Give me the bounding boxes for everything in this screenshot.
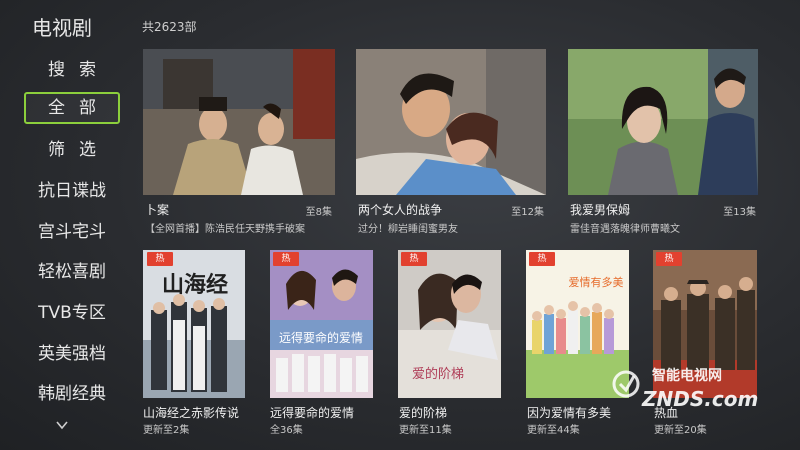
poster-logo-text: 爱情有多美: [569, 275, 624, 289]
card-subtitle: 雷佳音遇落魄律师曹曦文: [570, 224, 680, 235]
card-title: 两个女人的战争: [358, 203, 443, 217]
card-subtitle: 过分！柳岩睡闺蜜男友: [358, 224, 458, 235]
poster-logo-text: 爱的阶梯: [412, 366, 464, 382]
hot-badge: 热: [401, 252, 427, 266]
poster-image: [568, 49, 758, 195]
card-title: 卜案: [145, 203, 170, 217]
card-status: 更新至20集: [654, 425, 707, 436]
sidebar-item-all[interactable]: 全部: [24, 92, 120, 124]
card-status: 全36集: [270, 425, 303, 436]
sidebar-item-palace[interactable]: 宫斗宅斗: [24, 216, 120, 248]
card-status: 更新至44集: [527, 425, 580, 436]
card-title: 远得要命的爱情: [270, 406, 355, 420]
hot-badge: 热: [656, 252, 682, 266]
card-episodes: 至8集: [305, 207, 332, 218]
sidebar: 搜索 全部 筛选 抗日谍战 宫斗宅斗 轻松喜剧 TVB专区 英美强档 韩剧经典: [0, 0, 130, 450]
sidebar-item-search[interactable]: 搜索: [24, 54, 120, 86]
hot-badge: 热: [273, 252, 299, 266]
sidebar-item-comedy[interactable]: 轻松喜剧: [24, 256, 120, 288]
hot-badge: 热: [529, 252, 555, 266]
card-title: 我爱男保姆: [570, 203, 631, 217]
card-title: 爱的阶梯: [399, 406, 448, 420]
card-status: 更新至11集: [399, 425, 452, 436]
sidebar-item-filter[interactable]: 筛选: [24, 134, 120, 166]
sidebar-item-korean[interactable]: 韩剧经典: [24, 378, 120, 410]
poster-image: [356, 49, 546, 195]
card-status: 更新至2集: [143, 425, 190, 436]
poster-image: 山海经: [143, 250, 245, 398]
sidebar-item-tvb[interactable]: TVB专区: [24, 297, 120, 329]
total-count: 共2623部: [142, 20, 197, 34]
watermark-top-text: 智能电视网: [651, 367, 722, 384]
card-title: 山海经之赤影传说: [143, 406, 240, 420]
znds-watermark-logo: 智能电视网 ZNDS.com: [612, 367, 758, 411]
poster-logo-text: 远得要命的爱情: [279, 330, 363, 345]
chevron-down-icon[interactable]: [55, 418, 69, 432]
card-title: 因为爱情有多美: [527, 406, 612, 420]
watermark-bottom-text: ZNDS.com: [641, 387, 758, 411]
poster-image: 远得要命的爱情: [270, 250, 373, 398]
poster-card[interactable]: [568, 49, 758, 195]
poster-image: 爱的阶梯: [398, 250, 501, 398]
card-subtitle: 【全网首播】陈浩民任天野携手破案: [145, 224, 305, 235]
poster-card[interactable]: 山海经: [143, 250, 245, 398]
poster-card[interactable]: 爱的阶梯: [398, 250, 501, 398]
poster-logo-text: 山海经: [162, 272, 228, 298]
sidebar-item-western[interactable]: 英美强档: [24, 338, 120, 370]
sidebar-item-war[interactable]: 抗日谍战: [24, 175, 120, 207]
poster-card[interactable]: 远得要命的爱情: [270, 250, 373, 398]
card-episodes: 至13集: [723, 207, 756, 218]
hot-badge: 热: [147, 252, 173, 266]
card-episodes: 至12集: [511, 207, 544, 218]
poster-image: [143, 49, 335, 195]
poster-card[interactable]: [143, 49, 335, 195]
poster-card[interactable]: [356, 49, 546, 195]
